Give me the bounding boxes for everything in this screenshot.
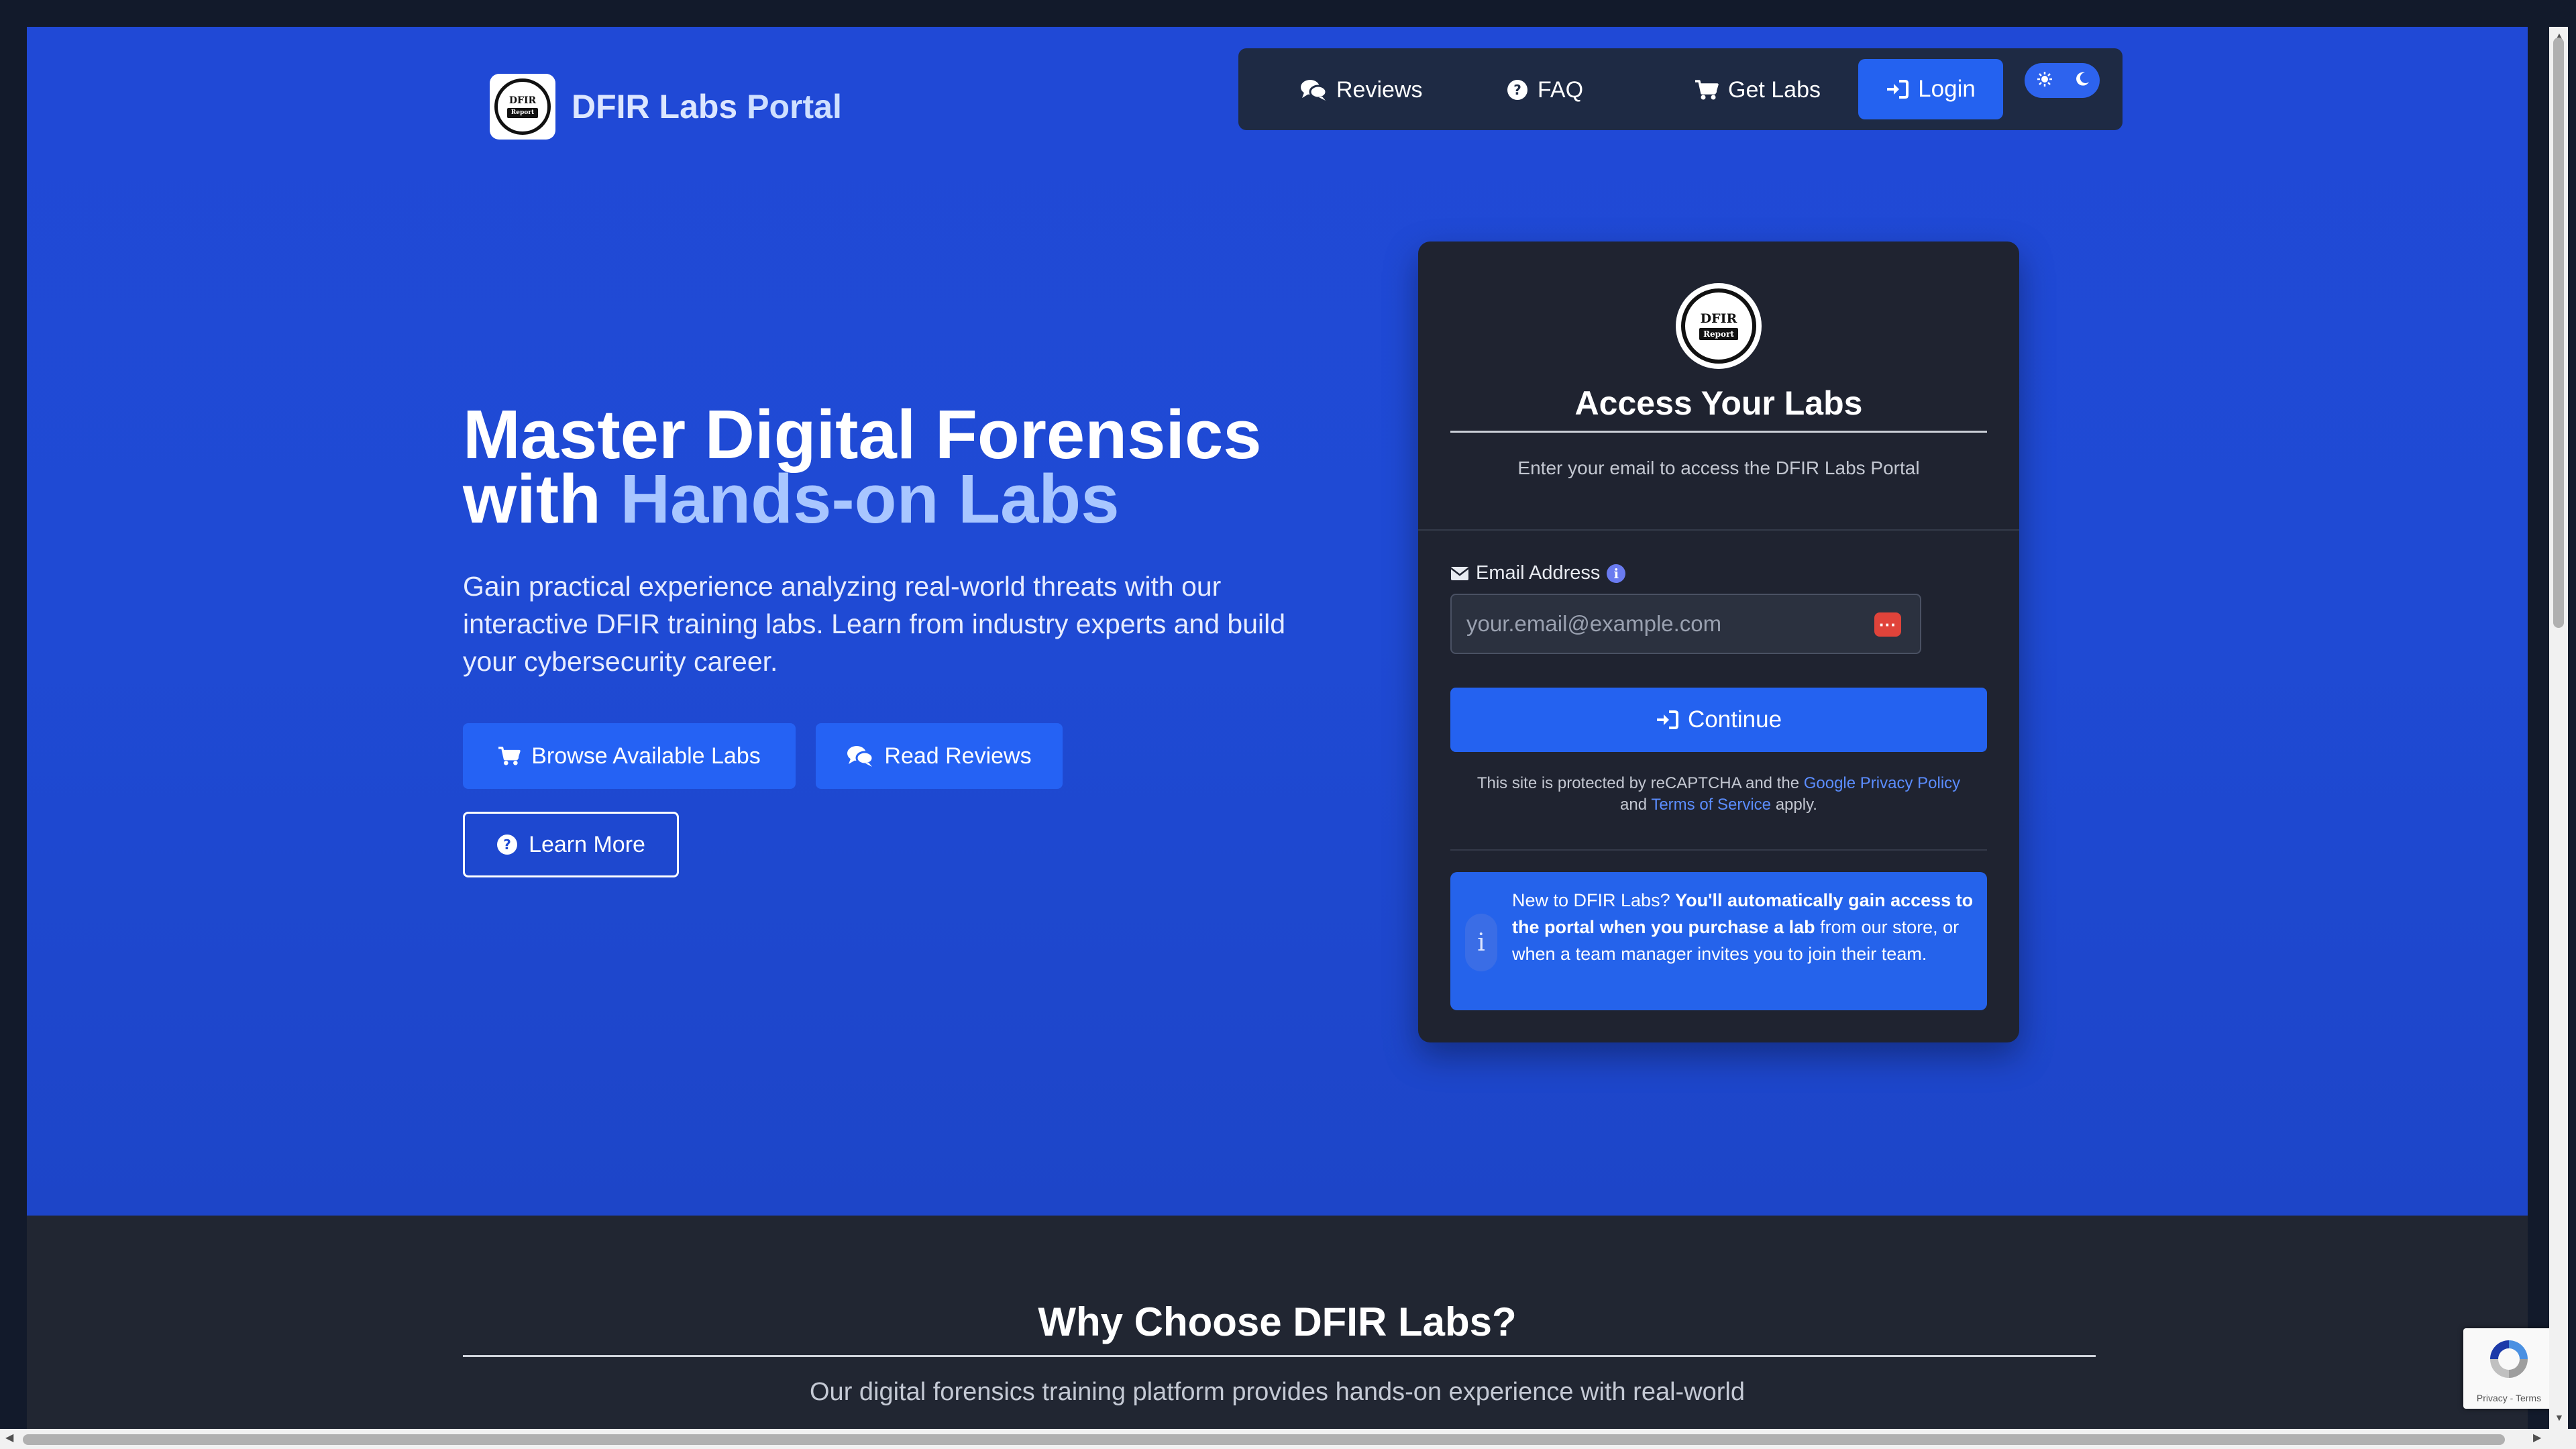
login-card: DFIR Report Access Your Labs Enter your … bbox=[1418, 241, 2019, 1042]
brand-name: DFIR Labs Portal bbox=[572, 87, 842, 126]
scroll-down-icon[interactable]: ▼ bbox=[2555, 1413, 2564, 1422]
logo-text-top: DFIR bbox=[508, 95, 537, 106]
recaptcha-icon bbox=[2490, 1340, 2528, 1378]
hero-section: DFIR Report DFIR Labs Portal Reviews ? F… bbox=[27, 27, 2528, 1216]
notice-prefix: New to DFIR Labs? bbox=[1512, 890, 1676, 910]
learn-more-label: Learn More bbox=[529, 831, 645, 857]
why-subtitle: Our digital forensics training platform … bbox=[810, 1378, 1745, 1406]
new-user-notice: i New to DFIR Labs? You'll automatically… bbox=[1450, 872, 1987, 1010]
privacy-policy-link[interactable]: Google Privacy Policy bbox=[1804, 774, 1960, 792]
theme-toggle[interactable] bbox=[2025, 63, 2100, 98]
brand[interactable]: DFIR Report DFIR Labs Portal bbox=[490, 74, 842, 140]
moon-icon bbox=[2076, 72, 2089, 86]
password-manager-icon[interactable]: ··· bbox=[1874, 612, 1901, 637]
scroll-left-icon[interactable]: ◀ bbox=[5, 1433, 13, 1444]
horizontal-scroll-thumb[interactable] bbox=[23, 1434, 2505, 1445]
horizontal-scrollbar[interactable]: ◀ ▶ bbox=[0, 1429, 2549, 1449]
dfir-report-logo-icon: DFIR Report bbox=[494, 78, 551, 135]
svg-text:?: ? bbox=[1513, 82, 1521, 98]
notice-text: New to DFIR Labs? You'll automatically g… bbox=[1512, 887, 1975, 967]
logo-text-bottom: Report bbox=[506, 107, 539, 118]
vertical-scrollbar[interactable]: ▲ ▼ bbox=[2549, 27, 2568, 1429]
brand-name-part2: Portal bbox=[747, 88, 842, 125]
logo-text-bottom: Report bbox=[1699, 327, 1738, 340]
read-reviews-button[interactable]: Read Reviews bbox=[816, 723, 1063, 789]
email-label: Email Address i bbox=[1450, 562, 1626, 584]
why-title-rule bbox=[463, 1355, 2096, 1357]
recaptcha-and: and bbox=[1620, 796, 1652, 814]
sign-in-icon bbox=[1656, 710, 1678, 729]
recaptcha-badge[interactable]: Privacy - Terms bbox=[2463, 1328, 2555, 1409]
nav-faq-label: FAQ bbox=[1538, 76, 1584, 103]
continue-button[interactable]: Continue bbox=[1450, 688, 1987, 752]
card-title-rule bbox=[1450, 431, 1987, 433]
nav-faq[interactable]: ? FAQ bbox=[1507, 72, 1583, 107]
cart-icon bbox=[498, 747, 521, 765]
comments-icon bbox=[847, 746, 874, 767]
nav-reviews[interactable]: Reviews bbox=[1300, 72, 1422, 107]
login-button[interactable]: Login bbox=[1858, 59, 2003, 119]
cart-icon bbox=[1695, 80, 1719, 100]
continue-button-label: Continue bbox=[1687, 706, 1782, 733]
top-nav: Reviews ? FAQ Get Labs Login bbox=[1238, 48, 2123, 130]
envelope-icon bbox=[1450, 566, 1469, 580]
nav-reviews-label: Reviews bbox=[1336, 76, 1423, 103]
recaptcha-suffix: apply. bbox=[1771, 796, 1817, 814]
dfir-report-logo-icon: DFIR Report bbox=[1681, 288, 1756, 364]
email-input[interactable] bbox=[1450, 594, 1921, 654]
comments-icon bbox=[1301, 80, 1327, 101]
browse-labs-button[interactable]: Browse Available Labs bbox=[463, 723, 796, 789]
page-viewport: DFIR Report DFIR Labs Portal Reviews ? F… bbox=[27, 27, 2528, 1429]
info-icon[interactable]: i bbox=[1607, 564, 1626, 583]
sign-in-icon bbox=[1887, 80, 1909, 99]
info-icon: i bbox=[1465, 914, 1497, 971]
brand-name-part1: DFIR Labs bbox=[572, 88, 738, 125]
recaptcha-note: This site is protected by reCAPTCHA and … bbox=[1445, 773, 1992, 816]
question-circle-icon: ? bbox=[1507, 80, 1527, 100]
login-button-label: Login bbox=[1918, 76, 1976, 102]
card-title: Access Your Labs bbox=[1574, 384, 1863, 422]
recaptcha-terms[interactable]: Privacy - Terms bbox=[2463, 1393, 2555, 1403]
vertical-scroll-thumb[interactable] bbox=[2553, 38, 2564, 628]
learn-more-button[interactable]: ? Learn More bbox=[463, 812, 679, 877]
hero-title-highlight: Hands-on Labs bbox=[620, 460, 1120, 537]
svg-text:?: ? bbox=[503, 837, 511, 853]
recaptcha-prefix: This site is protected by reCAPTCHA and … bbox=[1477, 774, 1804, 792]
card-subtitle: Enter your email to access the DFIR Labs… bbox=[1517, 458, 1920, 478]
sun-icon bbox=[2037, 72, 2052, 87]
nav-get-labs[interactable]: Get Labs bbox=[1695, 72, 1821, 107]
brand-logo: DFIR Report bbox=[490, 74, 555, 140]
card-logo: DFIR Report bbox=[1676, 283, 1762, 369]
hero-title-line2-prefix: with bbox=[463, 460, 621, 537]
card-divider bbox=[1418, 529, 2019, 531]
read-reviews-label: Read Reviews bbox=[884, 743, 1032, 769]
browse-labs-label: Browse Available Labs bbox=[531, 743, 761, 769]
why-title: Why Choose DFIR Labs? bbox=[1038, 1299, 1517, 1344]
hero-subtitle: Gain practical experience analyzing real… bbox=[463, 571, 1286, 677]
nav-get-labs-label: Get Labs bbox=[1728, 76, 1821, 103]
question-circle-icon: ? bbox=[497, 835, 518, 855]
logo-text-top: DFIR bbox=[1700, 311, 1737, 326]
terms-of-service-link[interactable]: Terms of Service bbox=[1651, 796, 1771, 814]
card-divider-2 bbox=[1450, 849, 1987, 851]
scrollbar-corner bbox=[2549, 1429, 2576, 1449]
scroll-right-icon[interactable]: ▶ bbox=[2533, 1433, 2541, 1444]
email-label-text: Email Address bbox=[1476, 562, 1601, 584]
hero-title: Master Digital Forensics with Hands-on L… bbox=[463, 400, 1335, 533]
